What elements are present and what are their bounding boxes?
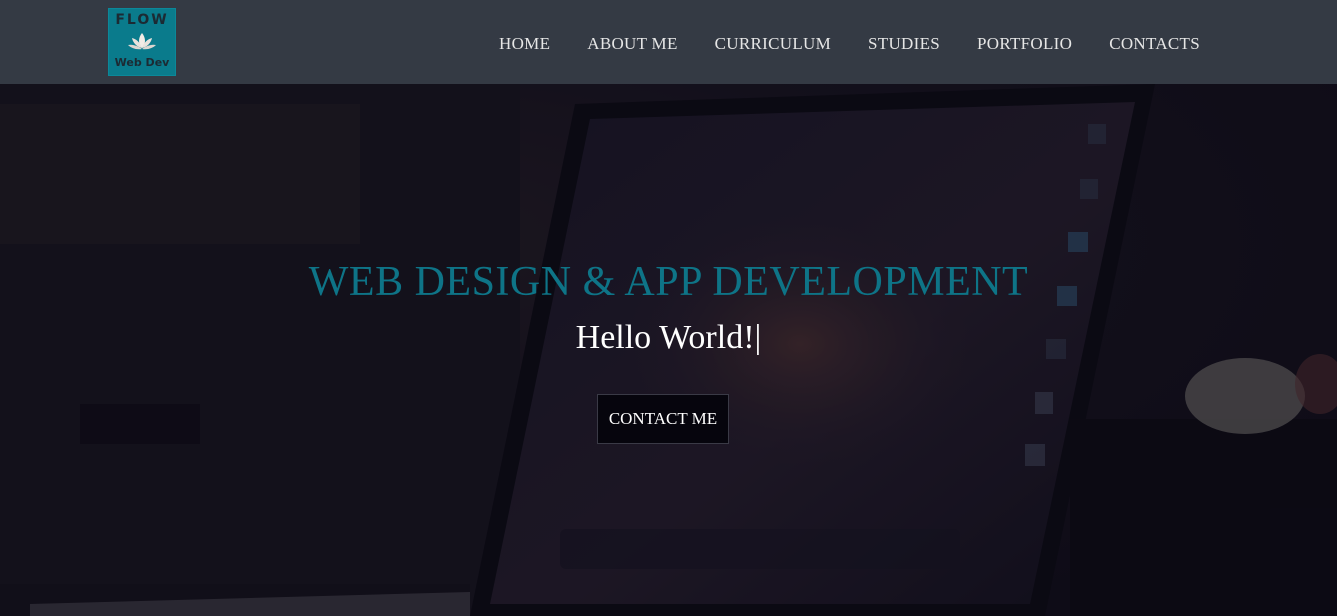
contact-me-button[interactable]: CONTACT ME — [597, 394, 729, 444]
hero-section: WEB DESIGN & APP DEVELOPMENT Hello World… — [0, 84, 1337, 616]
nav-portfolio[interactable]: PORTFOLIO — [977, 34, 1072, 54]
navbar: FLOW Web Dev HOME ABOUT ME CURRICULUM ST… — [0, 0, 1337, 84]
typing-cursor: | — [754, 319, 762, 356]
hero-typed-subtitle: Hello World!| — [0, 318, 1337, 358]
hero-title: WEB DESIGN & APP DEVELOPMENT — [308, 259, 1029, 305]
lotus-icon — [128, 33, 156, 50]
main-nav: HOME ABOUT ME CURRICULUM STUDIES PORTFOL… — [462, 34, 1200, 54]
nav-contacts[interactable]: CONTACTS — [1109, 34, 1200, 54]
nav-home[interactable]: HOME — [499, 34, 550, 54]
logo-tagline: Web Dev — [114, 56, 170, 69]
logo-wordmark: FLOW — [115, 12, 169, 28]
typed-text: Hello World! — [575, 319, 755, 356]
nav-studies[interactable]: STUDIES — [868, 34, 940, 54]
brand-logo[interactable]: FLOW Web Dev — [108, 8, 176, 76]
nav-curriculum[interactable]: CURRICULUM — [715, 34, 831, 54]
nav-about-me[interactable]: ABOUT ME — [587, 34, 677, 54]
